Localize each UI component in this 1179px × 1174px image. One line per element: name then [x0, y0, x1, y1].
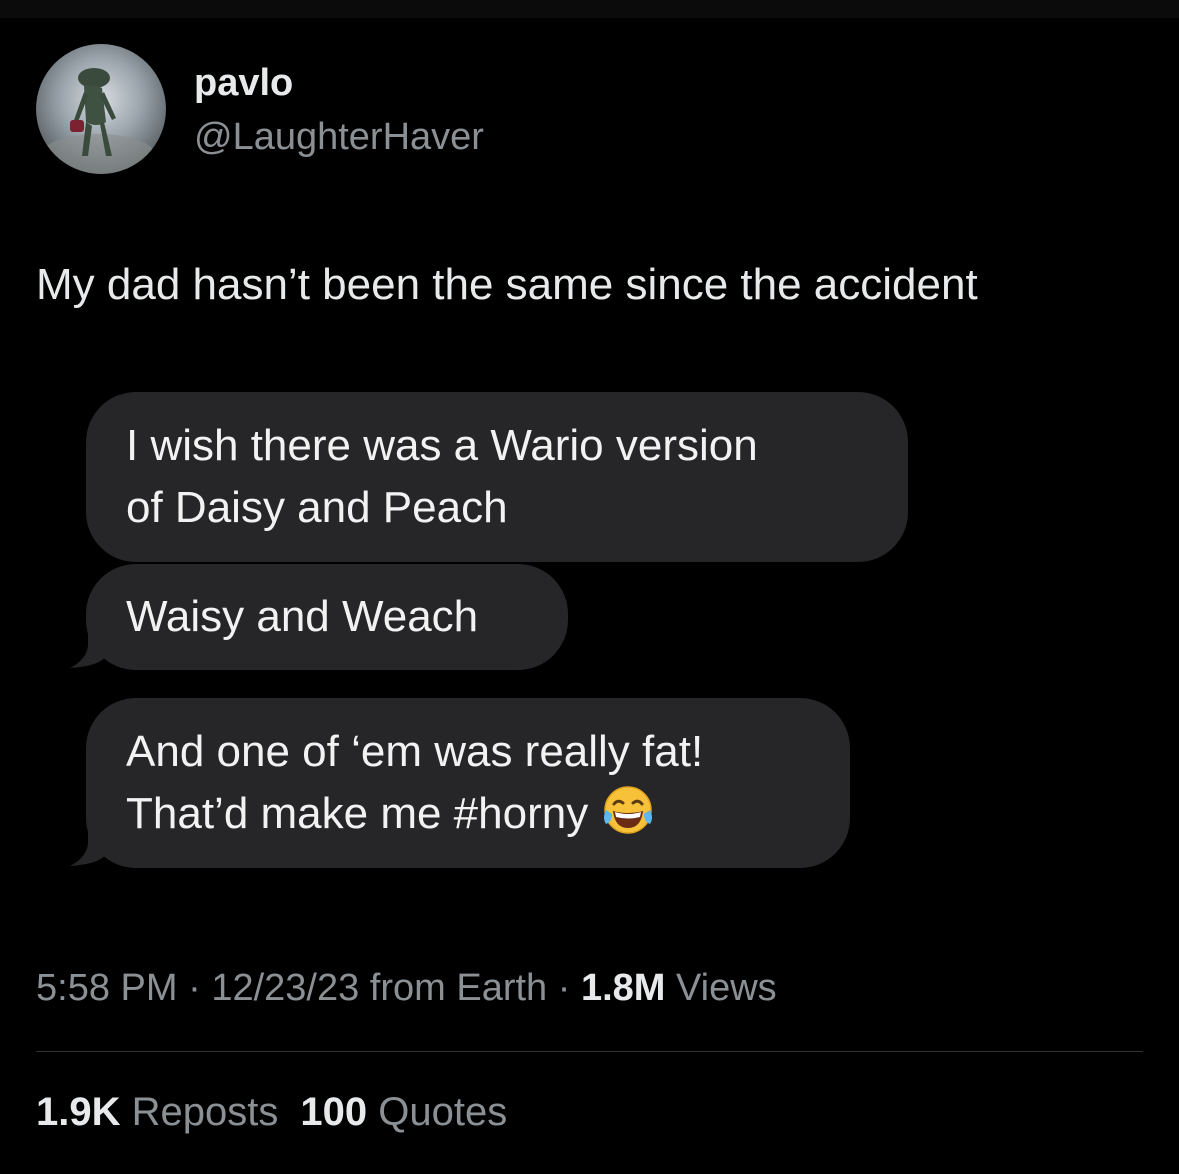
- quotes-label: Quotes: [367, 1090, 508, 1134]
- divider: [36, 1051, 1143, 1052]
- top-edge-strip: [0, 0, 1179, 18]
- reposts-stat[interactable]: 1.9K Reposts: [36, 1088, 278, 1136]
- tweet-text: My dad hasn’t been the same since the ac…: [36, 260, 978, 309]
- message-line: That’d make me #horny: [126, 789, 589, 838]
- author-handle[interactable]: @LaughterHaver: [194, 114, 484, 160]
- tweet-date-source[interactable]: 12/23/23 from Earth: [211, 967, 547, 1009]
- author-display-name[interactable]: pavlo: [194, 60, 293, 106]
- quotes-stat[interactable]: 100 Quotes: [300, 1088, 507, 1136]
- engagement-stats: 1.9K Reposts 100 Quotes: [36, 1088, 507, 1136]
- bubble-tail: [70, 824, 106, 866]
- message-bubble: And one of ‘em was really fat! That’d ma…: [86, 698, 850, 868]
- tweet-time[interactable]: 5:58 PM: [36, 967, 178, 1009]
- quotes-count: 100: [300, 1090, 368, 1134]
- tweet-meta: 5:58 PM · 12/23/23 from Earth · 1.8M Vie…: [36, 964, 777, 1012]
- message-line: Waisy and Weach: [126, 592, 479, 641]
- message-bubble: I wish there was a Wario version of Dais…: [86, 392, 908, 562]
- message-line: of Daisy and Peach: [126, 483, 508, 532]
- profile-avatar-image: [36, 44, 166, 174]
- message-bubble: Waisy and Weach: [86, 564, 568, 670]
- bubble-tail: [70, 626, 106, 668]
- reposts-label: Reposts: [120, 1090, 279, 1134]
- meta-separator: ·: [547, 967, 581, 1009]
- message-line: I wish there was a Wario version: [126, 421, 758, 470]
- face-with-tears-of-joy-icon: [602, 784, 654, 853]
- views-count[interactable]: 1.8M: [581, 967, 665, 1009]
- reposts-count: 1.9K: [36, 1090, 121, 1134]
- views-label[interactable]: Views: [665, 967, 777, 1009]
- avatar[interactable]: [36, 44, 166, 174]
- meta-separator: ·: [177, 967, 212, 1009]
- message-line: And one of ‘em was really fat!: [126, 727, 704, 776]
